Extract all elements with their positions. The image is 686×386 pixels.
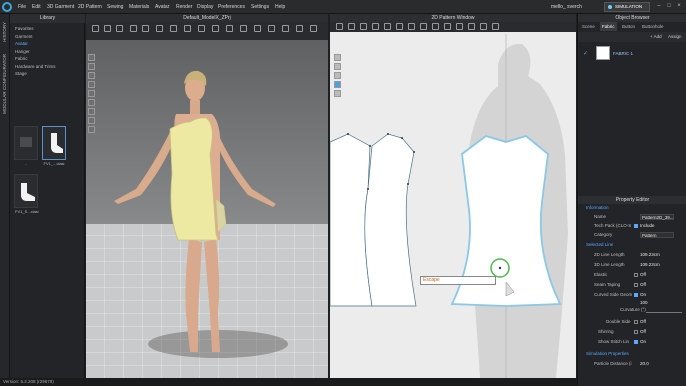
section-information[interactable]: Information bbox=[582, 204, 686, 212]
menu-bar: File Edit 3D Garment 2D Pattern Sewing M… bbox=[0, 0, 686, 14]
seam-taping-checkbox[interactable] bbox=[634, 283, 638, 287]
menu-3d-garment[interactable]: 3D Garment bbox=[47, 4, 74, 10]
prop-category: Category Pattern bbox=[582, 231, 686, 239]
tab-buttonhole[interactable]: Buttonhole bbox=[640, 22, 666, 31]
pattern-canvas[interactable] bbox=[330, 14, 576, 378]
object-browser-tabs: Scene Fabric Button Buttonhole bbox=[578, 22, 686, 31]
prop-3d-line-length: 3D Line Length 109.23cm bbox=[594, 262, 660, 267]
shoe-icon bbox=[51, 133, 63, 153]
tree-item-favorites[interactable]: Favorites bbox=[13, 25, 83, 33]
cursor-point bbox=[498, 266, 502, 270]
section-simulation-properties[interactable]: Simulation Properties bbox=[582, 350, 686, 358]
menu-render[interactable]: Render bbox=[176, 4, 192, 10]
prop-seam-taping: Seam Taping Off bbox=[594, 282, 646, 287]
status-bar: Version: 5.2.208 (r29679) bbox=[0, 378, 577, 386]
object-browser-actions: + Add Assign bbox=[578, 32, 686, 42]
tech-pack-checkbox[interactable] bbox=[634, 224, 638, 228]
menu-help[interactable]: Help bbox=[275, 4, 285, 10]
prop-double-side: Double Side Off bbox=[606, 319, 646, 324]
curvature-slider[interactable] bbox=[646, 312, 682, 313]
escape-tooltip: Escape bbox=[420, 276, 496, 285]
avatar-figure[interactable] bbox=[86, 14, 328, 378]
modular-configurator-tab[interactable]: MODULAR CONFIGURATOR bbox=[2, 54, 7, 114]
avatar-left-arm bbox=[216, 134, 276, 207]
prop-tech-pack: Tech Pack (CLO-S Include bbox=[594, 223, 655, 228]
prop-name: Name Pattern2D_39... bbox=[594, 214, 674, 220]
curved-side-checkbox[interactable] bbox=[634, 293, 638, 297]
menu-avatar[interactable]: Avatar bbox=[155, 4, 169, 10]
prop-curvature: Curvature (°) 100 bbox=[582, 300, 686, 316]
prop-2d-line-length: 2D Line Length 109.23cm bbox=[594, 252, 660, 257]
prop-elastic: Elastic Off bbox=[594, 272, 646, 277]
prop-shirring: Shirring Off bbox=[598, 329, 646, 334]
menu-sewing[interactable]: Sewing bbox=[107, 4, 123, 10]
tree-item-hanger[interactable]: Hanger bbox=[13, 48, 83, 56]
menu-preferences[interactable]: Preferences bbox=[218, 4, 245, 10]
maximize-icon[interactable]: □ bbox=[666, 3, 672, 9]
tree-item-avatar[interactable]: Avatar bbox=[13, 40, 83, 48]
history-tab[interactable]: HISTORY bbox=[2, 22, 7, 42]
avatar-neck bbox=[190, 100, 200, 114]
elastic-checkbox[interactable] bbox=[634, 273, 638, 277]
3d-garment-side-panel[interactable] bbox=[215, 198, 227, 233]
3d-garment-dress[interactable] bbox=[169, 117, 219, 241]
left-vertical-strip: HISTORY MODULAR CONFIGURATOR bbox=[0, 14, 10, 378]
tab-fabric[interactable]: Fabric bbox=[600, 22, 617, 31]
object-browser-title: Object Browser bbox=[578, 14, 686, 22]
library-thumb-fv1[interactable]: FV1_...ciasi bbox=[42, 126, 66, 166]
menu-settings[interactable]: Settings bbox=[251, 4, 269, 10]
fabric-name[interactable]: FABRIC 1 bbox=[613, 51, 633, 56]
menu-display[interactable]: Display bbox=[197, 4, 213, 10]
close-icon[interactable]: × bbox=[676, 3, 682, 9]
pattern-piece-back-right[interactable] bbox=[364, 133, 417, 307]
library-thumb-fv1-s[interactable]: FV1_S...ciasi bbox=[14, 174, 39, 214]
name-field[interactable]: Pattern2D_39... bbox=[640, 214, 674, 220]
menu-materials[interactable]: Materials bbox=[129, 4, 149, 10]
prop-particle-distance: Particle Distance (i 20.0 bbox=[594, 361, 649, 366]
tree-item-hardware-and-trims[interactable]: Hardware and Trims bbox=[13, 63, 83, 71]
simulation-mode-button[interactable]: SIMULATION bbox=[604, 2, 650, 12]
right-panel: Object Browser Scene Fabric Button Butto… bbox=[577, 14, 686, 386]
fabric-swatch[interactable] bbox=[596, 46, 610, 60]
tab-button[interactable]: Button bbox=[620, 22, 637, 31]
menu-file[interactable]: File bbox=[18, 4, 26, 10]
property-editor-title: Property Editor bbox=[578, 196, 686, 204]
shoe-icon bbox=[21, 183, 35, 201]
library-title: Library bbox=[10, 14, 85, 23]
simulation-icon bbox=[608, 5, 612, 9]
avatar-right-arm bbox=[114, 132, 174, 204]
tree-item-fabric[interactable]: Fabric bbox=[13, 55, 83, 63]
double-side-checkbox[interactable] bbox=[634, 320, 638, 324]
tree-item-garment[interactable]: Garment bbox=[13, 33, 83, 41]
assign-fabric-button[interactable]: Assign bbox=[668, 34, 682, 39]
library-tree: Favorites Garment Avatar Hanger Fabric H… bbox=[13, 25, 83, 78]
prop-show-stitch-line: Show Stitch Lin On bbox=[598, 339, 647, 344]
add-fabric-button[interactable]: + Add bbox=[650, 34, 662, 39]
section-selected-line[interactable]: Selected Line bbox=[582, 241, 686, 249]
menu-2d-pattern[interactable]: 2D Pattern bbox=[78, 4, 102, 10]
3d-viewport[interactable]: Default_ModelX_ZPrj bbox=[86, 14, 328, 378]
fabric-checkmark-icon: ✓ bbox=[583, 51, 589, 57]
library-thumb-folder[interactable]: .. bbox=[14, 126, 38, 166]
tab-scene[interactable]: Scene bbox=[580, 22, 597, 31]
user-name[interactable]: mello_ sverch bbox=[551, 4, 582, 10]
menu-edit[interactable]: Edit bbox=[32, 4, 41, 10]
show-stitch-checkbox[interactable] bbox=[634, 340, 638, 344]
folder-icon bbox=[20, 137, 32, 147]
library-panel: Library Favorites Garment Avatar Hanger … bbox=[10, 14, 85, 378]
clo-logo-icon bbox=[2, 2, 12, 12]
category-select[interactable]: Pattern bbox=[640, 232, 674, 238]
minimize-icon[interactable]: – bbox=[656, 3, 662, 9]
tree-item-stage[interactable]: Stage bbox=[13, 70, 83, 78]
prop-curved-side: Curved Side Geom On bbox=[594, 292, 647, 297]
2d-pattern-window[interactable]: 2D Pattern Window Escape bbox=[330, 14, 576, 378]
shirring-checkbox[interactable] bbox=[634, 330, 638, 334]
